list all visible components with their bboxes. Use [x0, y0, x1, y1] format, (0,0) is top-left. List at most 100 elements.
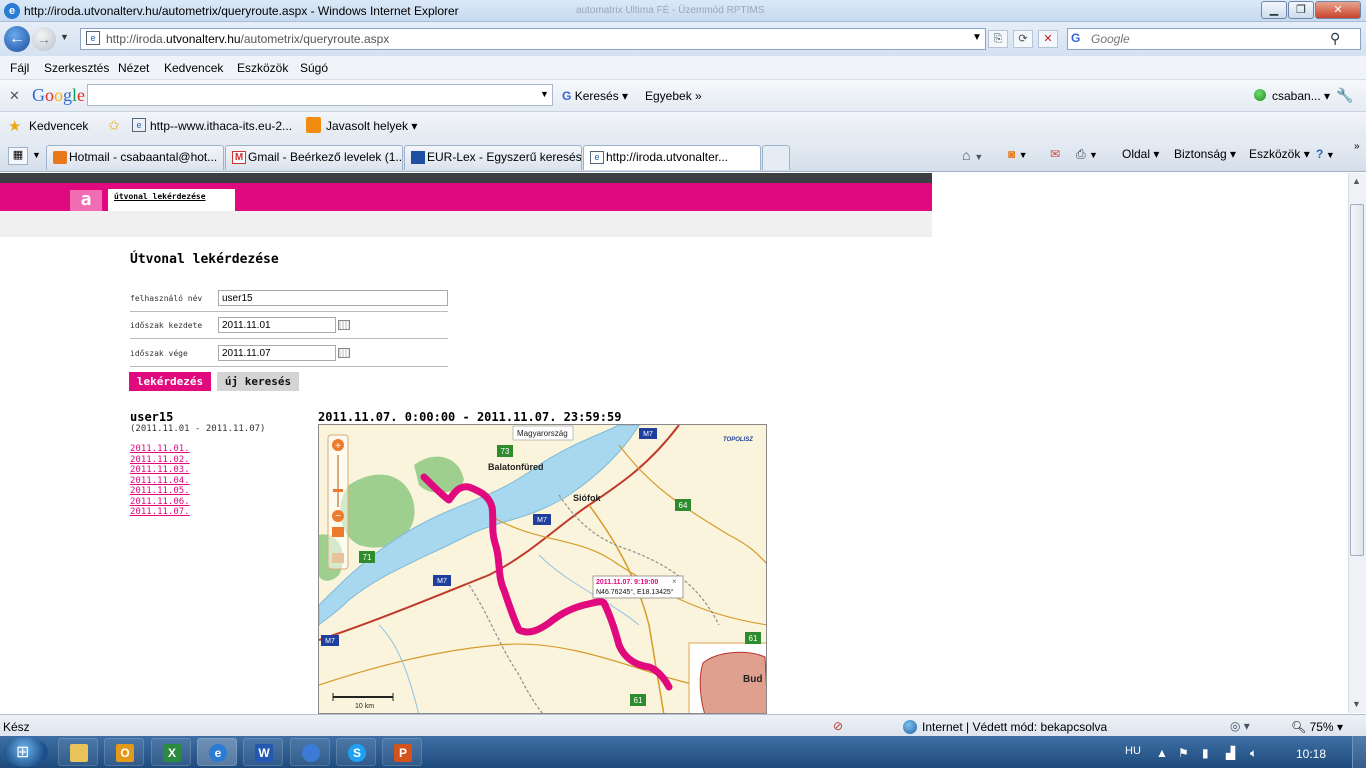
- stop-icon[interactable]: ✕: [1038, 30, 1058, 48]
- tab-hotmail[interactable]: Hotmail - csabaantal@hot...: [46, 145, 224, 170]
- menu-help[interactable]: Súgó: [300, 61, 328, 75]
- taskbar-outlook[interactable]: O: [104, 738, 144, 766]
- favorites-star-icon[interactable]: ★: [8, 117, 21, 135]
- forward-button[interactable]: →: [32, 27, 56, 51]
- scrollbar-thumb[interactable]: [1350, 204, 1364, 556]
- username-field[interactable]: [218, 290, 448, 306]
- home-icon[interactable]: ⌂ ▼: [962, 147, 983, 163]
- google-search-input[interactable]: [87, 84, 553, 106]
- tab-iroda-active[interactable]: e http://iroda.utvonalter...: [583, 145, 761, 170]
- zoom-level[interactable]: 🔍︎ 75% ▾: [1291, 720, 1343, 734]
- date-link[interactable]: 2011.11.02.: [130, 455, 190, 465]
- svg-text:M7: M7: [537, 517, 547, 524]
- menu-tools[interactable]: Eszközök: [237, 61, 288, 75]
- popup-blocker-icon[interactable]: ⊘: [833, 719, 843, 733]
- road-shield-73: 73: [497, 445, 513, 457]
- taskbar-powerpoint[interactable]: P: [382, 738, 422, 766]
- chevron-more-icon[interactable]: »: [1354, 141, 1360, 152]
- date-link[interactable]: 2011.11.05.: [130, 486, 190, 496]
- security-zone-text[interactable]: Internet | Védett mód: bekapcsolva: [922, 720, 1107, 734]
- popup-close-icon[interactable]: ×: [672, 577, 677, 586]
- safety-menu[interactable]: Biztonság ▾: [1174, 147, 1236, 161]
- minimize-button[interactable]: ▁: [1261, 1, 1287, 19]
- tab-gmail[interactable]: M Gmail - Beérkező levelek (1...: [225, 145, 403, 170]
- compatibility-view-icon[interactable]: ⎘: [988, 30, 1008, 48]
- google-input-dropdown-icon[interactable]: ▼: [540, 89, 549, 99]
- back-button[interactable]: ←: [4, 26, 30, 52]
- taskbar-excel[interactable]: X: [151, 738, 191, 766]
- favorite-link-suggested[interactable]: Javasolt helyek ▾: [326, 119, 417, 133]
- print-icon[interactable]: ⎙ ▼: [1076, 147, 1098, 162]
- close-toolbar-icon[interactable]: ✕: [9, 88, 20, 104]
- calendar-icon[interactable]: [338, 320, 350, 330]
- taskbar-globe-app[interactable]: [290, 738, 330, 766]
- scroll-up-arrow-icon[interactable]: ▲: [1352, 176, 1361, 186]
- new-tab-button[interactable]: [762, 145, 790, 170]
- show-desktop-button[interactable]: [1352, 736, 1366, 768]
- favorite-link-ithaca[interactable]: http--www.ithaca-its.eu-2...: [150, 119, 292, 133]
- read-mail-icon[interactable]: ✉: [1050, 147, 1060, 161]
- scroll-down-arrow-icon[interactable]: ▼: [1352, 699, 1361, 709]
- language-indicator[interactable]: HU: [1125, 745, 1141, 757]
- taskbar-word[interactable]: W: [243, 738, 283, 766]
- svg-text:61: 61: [634, 696, 643, 705]
- show-hidden-icons-icon[interactable]: ▲: [1156, 746, 1168, 760]
- page-favicon-icon: e: [86, 31, 100, 45]
- refresh-icon[interactable]: ⟳: [1013, 30, 1033, 48]
- zoom-slider-handle[interactable]: [333, 489, 343, 492]
- query-button[interactable]: lekérdezés: [129, 372, 211, 391]
- feeds-icon[interactable]: ◙ ▼: [1008, 147, 1028, 161]
- calendar-icon[interactable]: [338, 348, 350, 358]
- end-date-field[interactable]: [218, 345, 336, 361]
- taskbar-ie[interactable]: e: [197, 738, 237, 766]
- close-window-button[interactable]: ✕: [1315, 1, 1361, 19]
- add-favorite-icon[interactable]: ✩: [108, 117, 120, 134]
- position-popup[interactable]: 2011.11.07. 9:19:00 N46.76245°, E18.1342…: [592, 575, 684, 599]
- google-user-menu[interactable]: csaban... ▾: [1272, 89, 1330, 103]
- route-map[interactable]: 73 M7 64 71 M7 M7 61 61 M7 Balatonfüred …: [318, 424, 767, 714]
- google-more-button[interactable]: Egyebek »: [645, 89, 702, 103]
- recent-pages-dropdown-icon[interactable]: ▼: [60, 32, 69, 42]
- menu-file[interactable]: Fájl: [10, 61, 29, 75]
- address-url[interactable]: http://iroda.utvonalterv.hu/autometrix/q…: [106, 32, 389, 46]
- menu-view[interactable]: Nézet: [118, 61, 149, 75]
- zoom-control[interactable]: + −: [327, 434, 349, 570]
- taskbar-explorer[interactable]: [58, 738, 98, 766]
- tab-list-dropdown-icon[interactable]: ▼: [32, 150, 41, 160]
- layers-icon[interactable]: [332, 553, 344, 563]
- date-link[interactable]: 2011.11.04.: [130, 476, 190, 486]
- map-canvas[interactable]: 73 M7 64 71 M7 M7 61 61 M7 Balatonfüred …: [319, 425, 767, 714]
- page-menu[interactable]: Oldal ▾: [1122, 147, 1159, 161]
- volume-icon[interactable]: 🔈︎: [1250, 746, 1257, 761]
- svg-text:M7: M7: [643, 431, 653, 438]
- maximize-button[interactable]: ❐: [1288, 1, 1314, 19]
- menu-edit[interactable]: Szerkesztés: [44, 61, 109, 75]
- battery-icon[interactable]: ▮: [1202, 746, 1209, 760]
- new-search-button[interactable]: új keresés: [217, 372, 299, 391]
- google-search-button[interactable]: G Keresés ▾: [562, 89, 628, 103]
- date-link[interactable]: 2011.11.06.: [130, 497, 190, 507]
- tools-menu[interactable]: Eszközök ▾: [1249, 147, 1310, 161]
- date-link[interactable]: 2011.11.07.: [130, 507, 190, 517]
- help-icon[interactable]: ? ▼: [1316, 147, 1335, 161]
- nav-tab-route-query[interactable]: útvonal lekérdezése: [108, 189, 235, 211]
- start-date-field[interactable]: [218, 317, 336, 333]
- tab-eurlex[interactable]: EUR-Lex - Egyszerű keresés: [404, 145, 582, 170]
- action-center-icon[interactable]: ⚑: [1178, 746, 1189, 760]
- date-link[interactable]: 2011.11.01.: [130, 444, 190, 454]
- country-label: Magyarország: [517, 429, 568, 438]
- quick-tabs-icon[interactable]: ▦: [8, 147, 28, 165]
- address-dropdown-icon[interactable]: ▼: [972, 32, 982, 43]
- taskbar-skype[interactable]: S: [336, 738, 376, 766]
- search-icon[interactable]: ⚲: [1330, 30, 1340, 47]
- date-link[interactable]: 2011.11.03.: [130, 465, 190, 475]
- search-input-placeholder[interactable]: Google: [1091, 32, 1130, 46]
- network-icon[interactable]: ▟: [1226, 746, 1235, 760]
- wrench-icon[interactable]: 🔧: [1336, 87, 1353, 104]
- protected-mode-icon[interactable]: ◎ ▾: [1230, 719, 1250, 733]
- menu-favorites[interactable]: Kedvencek: [164, 61, 223, 75]
- pan-icon[interactable]: [332, 527, 344, 537]
- favorites-button[interactable]: Kedvencek: [29, 119, 88, 133]
- internet-zone-icon[interactable]: [903, 720, 917, 734]
- clock[interactable]: 10:18: [1296, 747, 1326, 761]
